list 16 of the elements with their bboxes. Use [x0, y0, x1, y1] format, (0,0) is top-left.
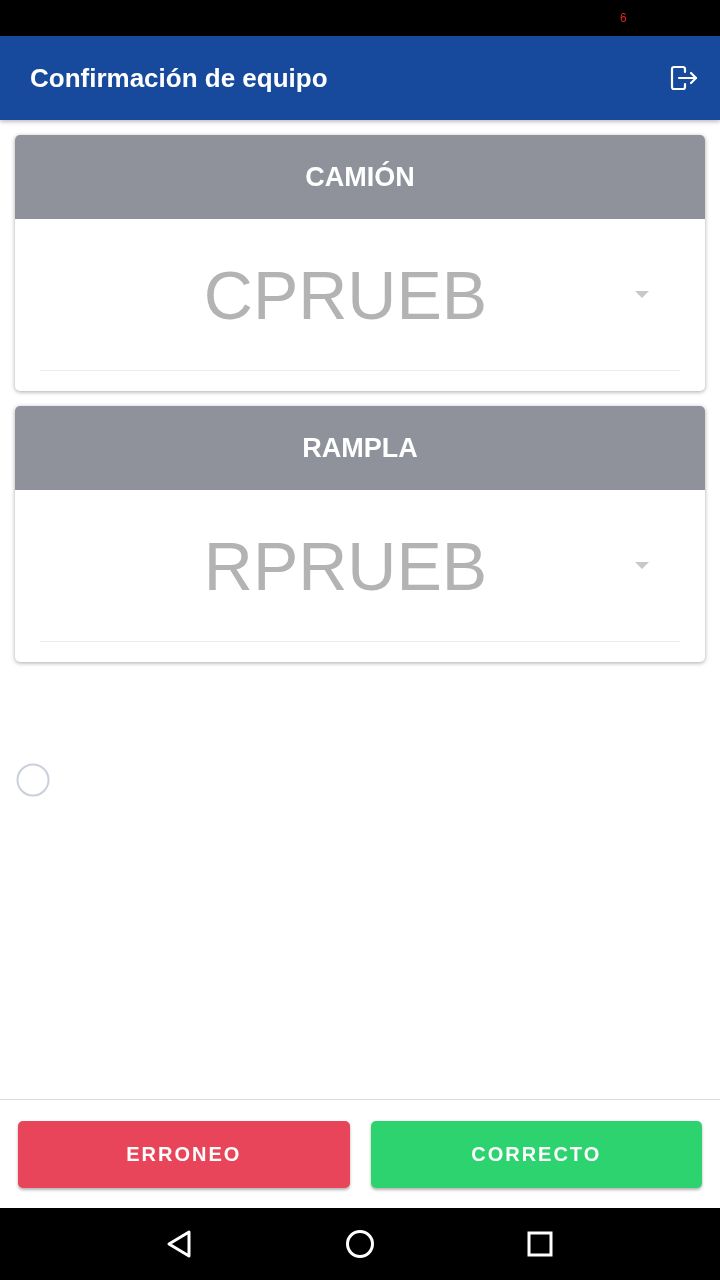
confirm-button[interactable]: CORRECTO — [370, 1121, 702, 1188]
card-title: CAMIÓN — [305, 161, 415, 193]
select-field[interactable]: RPRUEB — [40, 490, 680, 642]
home-icon[interactable] — [345, 1229, 375, 1259]
page-title: Confirmación de equipo — [30, 62, 328, 94]
select-field[interactable]: CPRUEB — [40, 219, 680, 371]
logout-icon[interactable] — [670, 65, 698, 91]
caret-icon — [635, 562, 649, 569]
select-value: CPRUEB — [202, 255, 489, 335]
ring-icon — [16, 763, 50, 797]
caret-icon — [635, 291, 649, 298]
card-title: RAMPLA — [302, 432, 418, 464]
reject-button[interactable]: ERRONEO — [18, 1121, 350, 1188]
select-value: RPRUEB — [202, 526, 489, 606]
recent-apps-icon[interactable] — [525, 1229, 555, 1259]
status-indicator: 6 — [620, 11, 627, 25]
